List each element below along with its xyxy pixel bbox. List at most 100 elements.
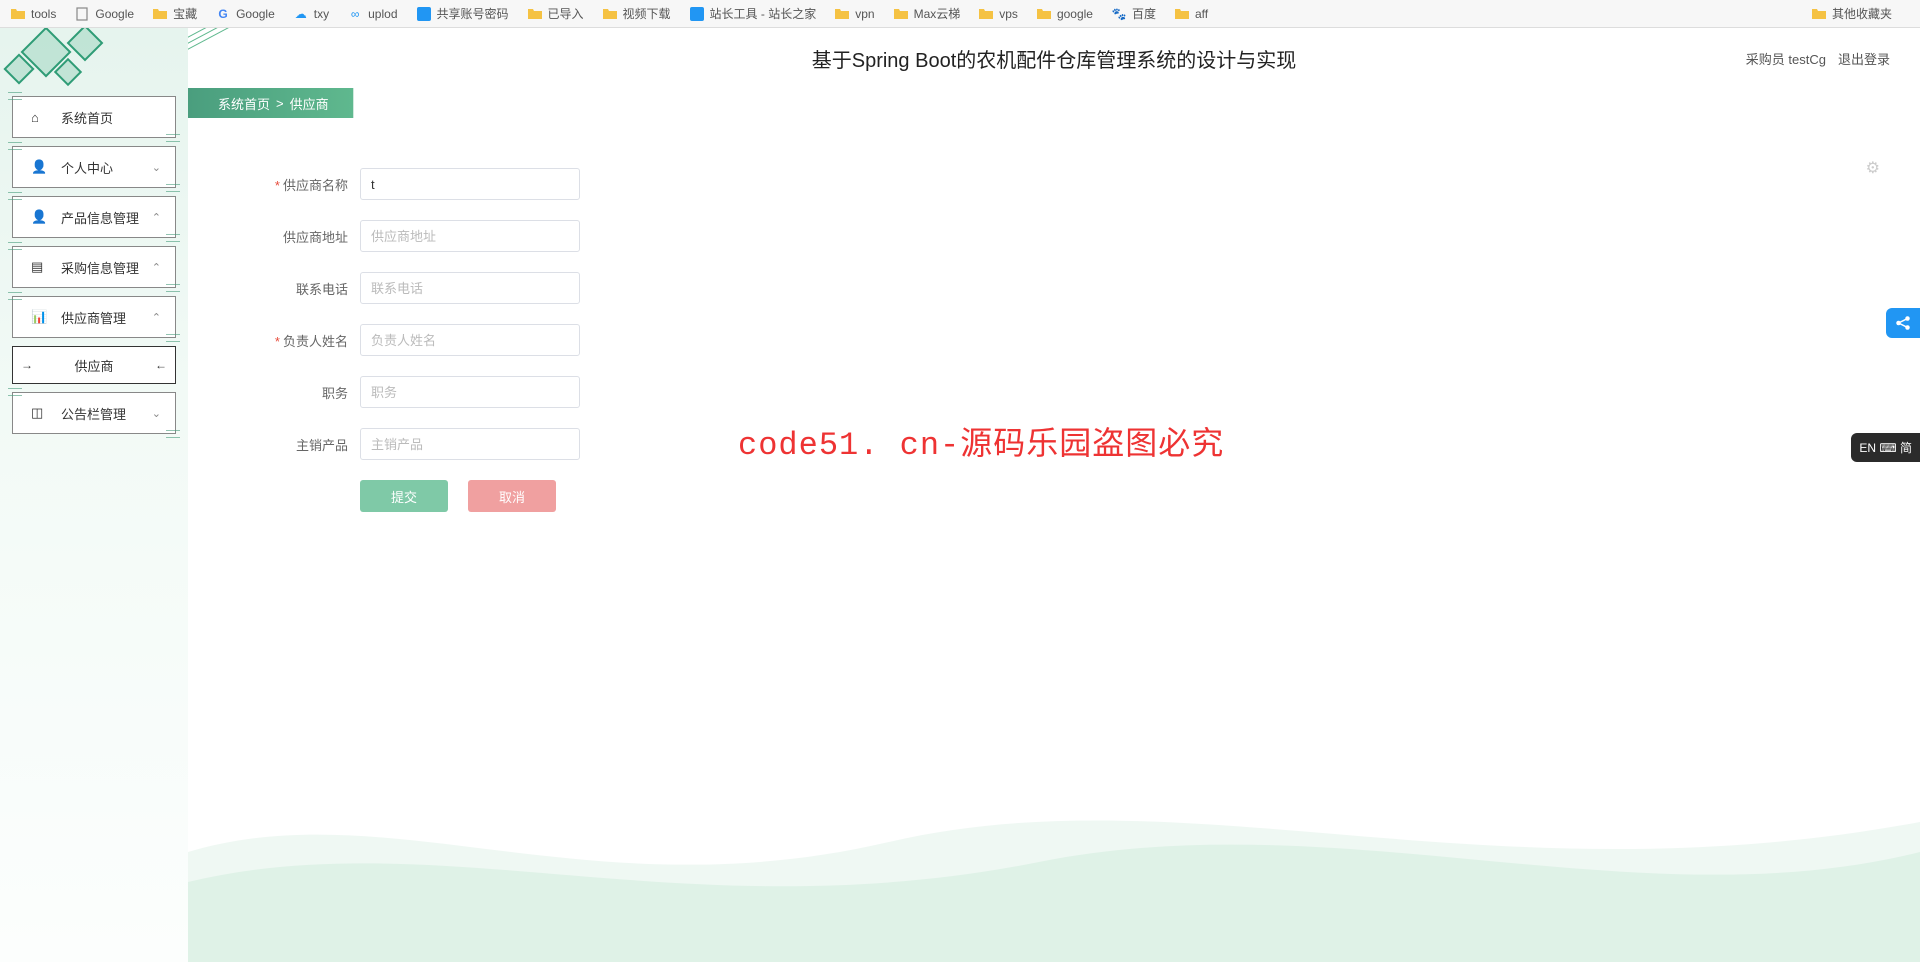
bookmark-item[interactable]: Google xyxy=(74,5,134,22)
bookmark-item[interactable]: 已导入 xyxy=(527,5,584,22)
bookmark-label: Google xyxy=(236,7,275,21)
folder-icon xyxy=(834,6,850,22)
bookmark-label: vps xyxy=(999,7,1018,21)
bookmark-item[interactable]: 共享账号密码 xyxy=(416,5,509,22)
user-icon: 👤 xyxy=(31,159,47,175)
home-icon: ⌂ xyxy=(31,110,47,125)
folder-icon xyxy=(893,6,909,22)
bookmark-label: Google xyxy=(95,7,134,21)
bookmark-item[interactable]: ∞ uplod xyxy=(347,5,397,22)
bookmark-label: aff xyxy=(1195,7,1208,21)
bookmark-item[interactable]: vps xyxy=(978,5,1018,22)
list-icon: ▤ xyxy=(31,259,47,275)
header: 基于Spring Boot的农机配件仓库管理系统的设计与实现 采购员 testC… xyxy=(188,28,1920,88)
nav-user2[interactable]: 👤产品信息管理⌃ xyxy=(12,196,176,238)
cancel-button[interactable]: 取消 xyxy=(468,480,556,512)
nav-user[interactable]: 👤个人中心⌄ xyxy=(12,146,176,188)
nav-label: 系统首页 xyxy=(61,108,113,127)
form-row: *供应商名称 xyxy=(248,168,1920,200)
baidu-icon: 🐾 xyxy=(1111,6,1127,22)
bookmark-label: uplod xyxy=(368,7,397,21)
nav-label: 产品信息管理 xyxy=(61,208,139,227)
page-title: 基于Spring Boot的农机配件仓库管理系统的设计与实现 xyxy=(812,44,1297,73)
folder-icon xyxy=(10,6,26,22)
gear-icon[interactable]: ⚙ xyxy=(1866,158,1880,178)
bookmark-item[interactable]: ☁txy xyxy=(293,5,329,22)
user-label[interactable]: 采购员 testCg xyxy=(1746,49,1826,68)
main-content: 基于Spring Boot的农机配件仓库管理系统的设计与实现 采购员 testC… xyxy=(188,28,1920,962)
nav-label: 供应商管理 xyxy=(61,308,126,327)
subnav-label: 供应商 xyxy=(74,356,113,375)
nav-label: 公告栏管理 xyxy=(61,404,126,423)
float-share-icon[interactable] xyxy=(1886,308,1920,338)
bookmark-item[interactable]: 🐾 百度 xyxy=(1111,5,1156,22)
bookmark-item[interactable]: google xyxy=(1036,5,1093,22)
form-row: 联系电话 xyxy=(248,272,1920,304)
bookmark-label: 百度 xyxy=(1132,5,1156,22)
input-3[interactable] xyxy=(360,324,580,356)
bookmark-label: 其他收藏夹 xyxy=(1832,5,1892,22)
chart-icon: 📊 xyxy=(31,309,47,325)
submit-button[interactable]: 提交 xyxy=(360,480,448,512)
input-4[interactable] xyxy=(360,376,580,408)
bookmark-item[interactable]: 站长工具 - 站长之家 xyxy=(689,5,817,22)
bookmark-item[interactable]: G Google xyxy=(215,5,275,22)
gicon-icon: G xyxy=(215,6,231,22)
breadcrumb-home[interactable]: 系统首页 xyxy=(218,94,270,113)
nav-grid[interactable]: ◫ 公告栏管理 ⌄ xyxy=(12,392,176,434)
input-5[interactable] xyxy=(360,428,580,460)
sidebar-decoration xyxy=(0,28,188,88)
form-label: 主销产品 xyxy=(248,435,348,454)
nav-label: 采购信息管理 xyxy=(61,258,139,277)
blue-icon xyxy=(689,6,705,22)
blue-icon xyxy=(416,6,432,22)
chevron-icon: ⌄ xyxy=(152,161,161,174)
folder-icon xyxy=(527,6,543,22)
bookmark-label: 视频下载 xyxy=(623,5,671,22)
form-label: 职务 xyxy=(248,383,348,402)
folder-icon xyxy=(602,6,618,22)
form-row: 职务 xyxy=(248,376,1920,408)
form-label: *供应商名称 xyxy=(248,175,348,194)
nav-home[interactable]: ⌂ 系统首页 xyxy=(12,96,176,138)
form-area: ⚙ *供应商名称供应商地址联系电话 *负责人姓名职务主销产品 提交 取消 xyxy=(188,118,1920,512)
bookmark-label: vpn xyxy=(855,7,874,21)
sidebar: ⌂系统首页👤个人中心⌄👤产品信息管理⌃▤采购信息管理⌃📊供应商管理⌃供应商◫公告… xyxy=(0,28,188,962)
grid-icon: ◫ xyxy=(31,405,47,421)
form-row: 主销产品 xyxy=(248,428,1920,460)
bookmark-item[interactable]: Max云梯 xyxy=(893,5,961,22)
subnav-supplier[interactable]: 供应商 xyxy=(12,346,176,384)
ime-indicator[interactable]: EN ⌨ 简 xyxy=(1851,433,1920,462)
link-icon: ∞ xyxy=(347,6,363,22)
input-0[interactable] xyxy=(360,168,580,200)
breadcrumb-current: 供应商 xyxy=(290,94,329,113)
bookmark-label: txy xyxy=(314,7,329,21)
nav-chart[interactable]: 📊 供应商管理 ⌃ xyxy=(12,296,176,338)
form-row: *负责人姓名 xyxy=(248,324,1920,356)
bookmark-item[interactable]: 视频下载 xyxy=(602,5,671,22)
bookmark-item[interactable]: aff xyxy=(1174,5,1208,22)
bookmark-item[interactable]: vpn xyxy=(834,5,874,22)
input-2[interactable] xyxy=(360,272,580,304)
bookmark-item[interactable]: 宝藏 xyxy=(152,5,197,22)
input-1[interactable] xyxy=(360,220,580,252)
nav-list[interactable]: ▤采购信息管理⌃ xyxy=(12,246,176,288)
bookmark-label: 宝藏 xyxy=(173,5,197,22)
bookmark-label: 已导入 xyxy=(548,5,584,22)
bookmark-other[interactable]: 其他收藏夹 xyxy=(1811,5,1892,22)
logout-link[interactable]: 退出登录 xyxy=(1838,49,1890,68)
user2-icon: 👤 xyxy=(31,209,47,225)
breadcrumb: 系统首页 > 供应商 xyxy=(188,88,488,118)
bookmark-item[interactable]: tools xyxy=(10,5,56,22)
chevron-icon: ⌄ xyxy=(152,407,161,420)
bookmark-label: 站长工具 - 站长之家 xyxy=(710,5,817,22)
wave-decoration xyxy=(188,762,1920,962)
bookmark-label: 共享账号密码 xyxy=(437,5,509,22)
bookmark-label: tools xyxy=(31,7,56,21)
chevron-icon: ⌃ xyxy=(152,311,161,324)
form-label: *负责人姓名 xyxy=(248,331,348,350)
folder-icon xyxy=(978,6,994,22)
page-icon xyxy=(74,6,90,22)
folder-icon xyxy=(1174,6,1190,22)
form-row: 供应商地址 xyxy=(248,220,1920,252)
